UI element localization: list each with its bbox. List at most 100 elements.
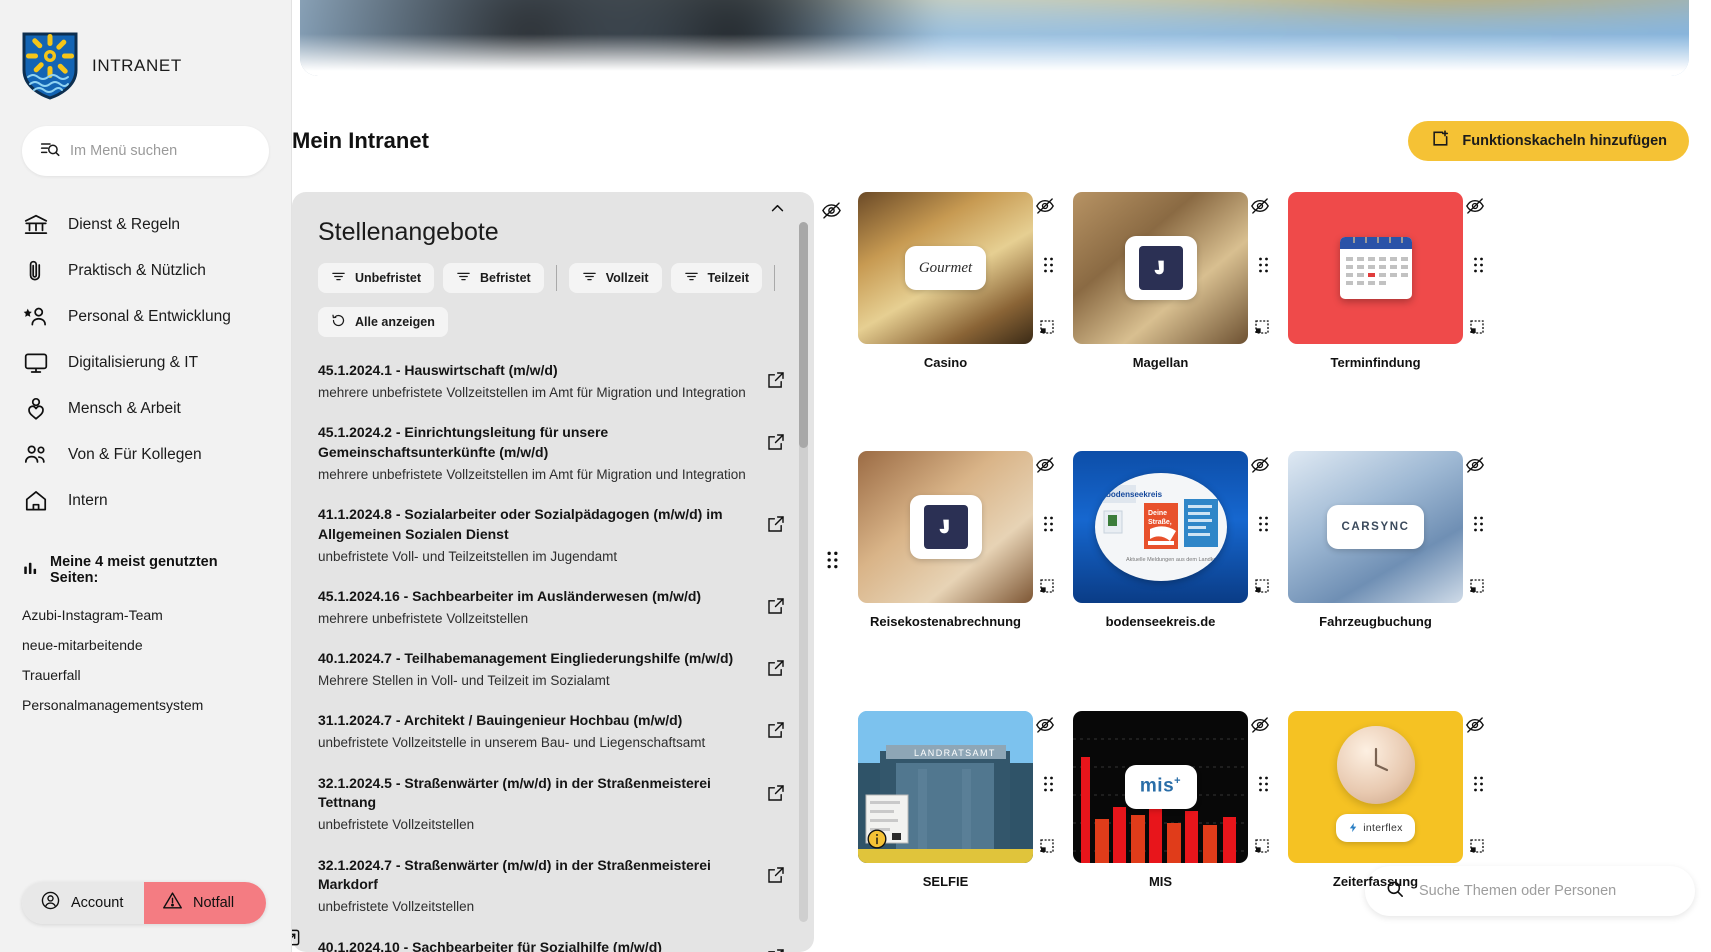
filter-chip-vollzeit[interactable]: Vollzeit [568,263,662,293]
drag-handle-icon[interactable] [1257,515,1270,538]
job-title: 45.1.2024.16 - Sachbearbeiter im Ausländ… [318,588,702,605]
sidebar-item-digitalisierung-it[interactable]: Digitalisierung & IT [0,340,291,386]
resize-handle-icon[interactable] [1039,578,1055,599]
sidebar-item-praktisch-nuetzlich[interactable]: Praktisch & Nützlich [0,248,291,294]
most-used-pages: Meine 4 meist genutzten Seiten: Azubi-In… [0,554,291,720]
info-icon[interactable] [866,828,888,855]
drag-handle-icon[interactable] [1257,256,1270,279]
drag-handle-icon[interactable] [825,550,840,575]
external-link-icon[interactable] [766,361,788,395]
account-button[interactable]: Account [22,882,144,924]
drag-handle-icon[interactable] [1042,515,1055,538]
sidebar-item-dienst-regeln[interactable]: Dienst & Regeln [0,202,291,248]
sidebar-item-intern[interactable]: Intern [0,478,291,524]
emergency-button[interactable]: Notfall [144,882,266,924]
eye-off-icon[interactable] [1465,196,1485,221]
job-listing-row[interactable]: 40.1.2024.10 - Sachbearbeiter für Sozial… [318,928,788,952]
job-listing-row[interactable]: 40.1.2024.7 - Teilhabemanagement Einglie… [318,639,788,701]
hero-banner [300,0,1689,76]
drag-handle-icon[interactable] [1042,775,1055,798]
job-listing-row[interactable]: 45.1.2024.1 - Hauswirtschaft (m/w/d) meh… [318,351,788,413]
eye-off-icon[interactable] [1250,196,1270,221]
menu-search-input[interactable] [70,143,251,159]
interflex-logo: interflex [1348,822,1402,834]
sidebar-item-von-fuer-kollegen[interactable]: Von & Für Kollegen [0,432,291,478]
tile-zeiterfassung[interactable]: interflex Zeiterfassung [1288,710,1485,952]
external-link-icon[interactable] [766,774,788,808]
eye-off-icon[interactable] [1465,455,1485,480]
sidebar-item-mensch-arbeit[interactable]: Mensch & Arbeit [0,386,291,432]
sidebar-item-label: Digitalisierung & IT [68,354,199,371]
menu-search[interactable] [22,126,269,176]
drag-handle-icon[interactable] [1042,256,1055,279]
resize-handle-icon[interactable] [1039,838,1055,859]
resize-handle-icon[interactable] [1039,319,1055,340]
jobs-scrollbar-thumb[interactable] [799,222,808,448]
job-listing-row[interactable]: 32.1.2024.7 - Straßenwärter (m/w/d) in d… [318,846,788,928]
most-used-link[interactable]: neue-mitarbeitende [22,630,269,660]
tile-reisekostenabrechnung[interactable]: Reisekostenabrechnung [858,451,1055,692]
resize-handle-icon[interactable] [1254,838,1270,859]
external-link-icon[interactable] [766,587,788,621]
job-listing-row[interactable]: 31.1.2024.7 - Architekt / Bauingenieur H… [318,701,788,763]
resize-handle-icon[interactable] [292,928,301,952]
tile-bodenseekreis[interactable]: bodenseekreis Deine Straße, Aktuelle Mel… [1073,451,1270,692]
tile-casino[interactable]: Gourmet Casino [858,192,1055,433]
drag-handle-icon[interactable] [1472,775,1485,798]
job-listing-row[interactable]: 45.1.2024.16 - Sachbearbeiter im Ausländ… [318,577,788,639]
filter-icon [684,269,699,287]
external-link-icon[interactable] [766,711,788,745]
job-listing-row[interactable]: 32.1.2024.5 - Straßenwärter (m/w/d) in d… [318,764,788,846]
job-subtitle: mehrere unbefristete Vollzeitstellen [318,611,529,626]
eye-off-icon[interactable] [1250,455,1270,480]
show-all-label: Alle anzeigen [355,315,435,329]
tile-logo-badge [909,495,982,560]
hero-fade [300,34,1689,76]
jobs-scrollbar[interactable] [799,222,808,922]
reset-icon [331,313,346,331]
eye-off-icon[interactable] [1035,715,1055,740]
eye-off-icon[interactable] [1035,455,1055,480]
eye-off-icon[interactable] [1035,196,1055,221]
function-tiles-grid: Gourmet Casino Magellan Terminfindung Re… [858,192,1485,952]
tile-terminfindung[interactable]: Terminfindung [1288,192,1485,433]
job-listing-row[interactable]: 41.1.2024.8 - Sozialarbeiter oder Sozial… [318,495,788,577]
external-link-icon[interactable] [766,505,788,539]
jobs-widget-title: Stellenangebote [318,218,499,246]
eye-off-icon[interactable] [821,200,842,226]
drag-handle-icon[interactable] [1472,256,1485,279]
resize-handle-icon[interactable] [1469,838,1485,859]
external-link-icon[interactable] [766,423,788,457]
carsync-logo: CARSYNC [1341,521,1410,534]
eye-off-icon[interactable] [1250,715,1270,740]
tile-logo-badge [1124,236,1197,300]
monitor-icon [22,349,50,377]
resize-handle-icon[interactable] [1469,578,1485,599]
jobs-filter-row: Unbefristet Befristet Vollzeit Teilzeit [318,263,788,293]
most-used-link[interactable]: Azubi-Instagram-Team [22,600,269,630]
job-listing-row[interactable]: 45.1.2024.2 - Einrichtungsleitung für un… [318,413,788,495]
sidebar-item-label: Mensch & Arbeit [68,400,181,417]
drag-handle-icon[interactable] [1472,515,1485,538]
eye-off-icon[interactable] [1465,715,1485,740]
filter-chip-befristet[interactable]: Befristet [442,263,544,293]
tile-fahrzeugbuchung[interactable]: CARSYNC Fahrzeugbuchung [1288,451,1485,692]
resize-handle-icon[interactable] [1254,319,1270,340]
external-link-icon[interactable] [766,938,788,952]
tile-magellan[interactable]: Magellan [1073,192,1270,433]
tile-selfie[interactable]: LANDRATSAMT SELFIE [858,710,1055,952]
resize-handle-icon[interactable] [1254,578,1270,599]
external-link-icon[interactable] [766,856,788,890]
drag-handle-icon[interactable] [1257,775,1270,798]
most-used-link[interactable]: Personalmanagementsystem [22,690,269,720]
show-all-button[interactable]: Alle anzeigen [318,307,448,337]
add-function-tiles-button[interactable]: Funktionskacheln hinzufügen [1408,121,1689,161]
external-link-icon[interactable] [766,649,788,683]
tile-mis[interactable]: mis+ MIS [1073,710,1270,952]
filter-chip-teilzeit[interactable]: Teilzeit [670,263,762,293]
filter-chip-unbefristet[interactable]: Unbefristet [318,263,434,293]
chevron-up-icon[interactable] [769,200,786,222]
resize-handle-icon[interactable] [1469,319,1485,340]
sidebar-item-personal-entwicklung[interactable]: Personal & Entwicklung [0,294,291,340]
most-used-link[interactable]: Trauerfall [22,660,269,690]
